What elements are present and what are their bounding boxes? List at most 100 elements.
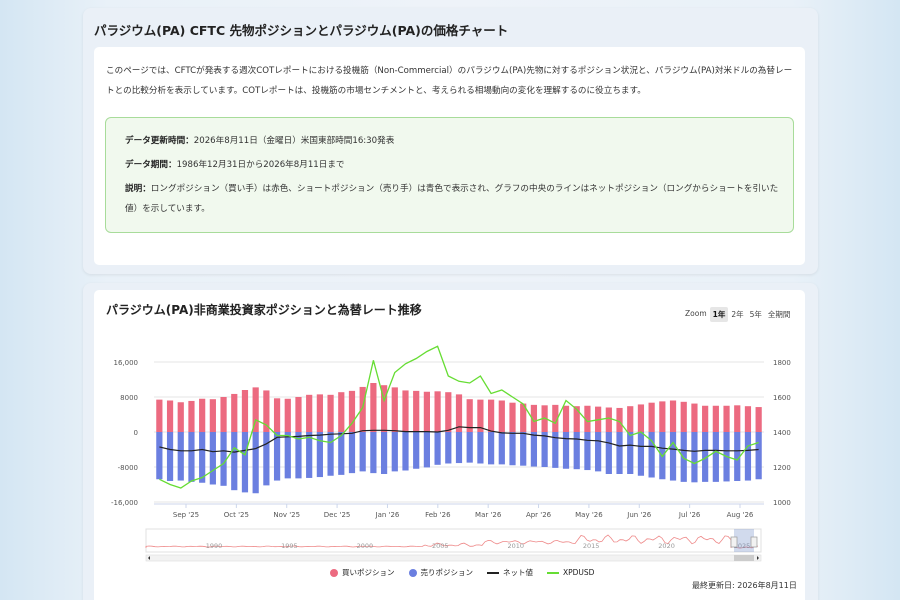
short-bar (584, 432, 591, 471)
long-bar (723, 405, 730, 432)
legend-net-marker (487, 571, 499, 574)
x-axis-tick-label: Aug '26 (727, 511, 754, 519)
short-bar (562, 432, 570, 469)
long-bar (306, 394, 313, 432)
data-info-box: データ更新時間：2026年8月11日（金曜日）米国東部時間16:30発表 データ… (105, 117, 794, 233)
short-bar (359, 432, 366, 472)
x-axis-tick-label: Jul '26 (678, 511, 701, 519)
short-bar (498, 432, 505, 465)
navigator-handle[interactable] (750, 536, 758, 548)
x-axis-tick-label: Oct '25 (224, 511, 249, 519)
short-bar (455, 432, 463, 464)
short-bar (402, 432, 409, 471)
short-bar (616, 432, 623, 474)
short-bar (327, 432, 334, 476)
long-bar (434, 391, 441, 432)
navigator-year-label: 1990 (206, 542, 223, 550)
navigator-year-label: 2020 (658, 542, 675, 550)
short-bar (370, 432, 377, 474)
data-period-value: 1986年12月31日から2026年8月11日まで (176, 160, 345, 170)
update-time-line: データ更新時間：2026年8月11日（金曜日）米国東部時間16:30発表 (125, 131, 775, 151)
long-bar (338, 392, 345, 432)
short-bar (413, 432, 420, 469)
left-axis-tick-label: 8000 (120, 394, 138, 402)
long-bar (648, 402, 655, 432)
long-bar (177, 402, 184, 432)
long-bar (669, 400, 677, 432)
long-bar (445, 392, 452, 432)
short-bar (306, 432, 313, 478)
long-bar (391, 387, 398, 432)
long-bar (370, 383, 377, 432)
x-axis-tick-label: Mar '26 (475, 511, 502, 519)
short-bar (338, 432, 345, 475)
short-bar (231, 432, 238, 491)
short-bar (188, 432, 195, 482)
long-bar (273, 398, 281, 432)
intro-text: このページでは、CFTCが発表する週次COTレポートにおける投機筋（Non-Co… (106, 66, 793, 96)
long-bar (359, 386, 366, 432)
short-bar (520, 432, 527, 466)
left-axis-tick-label: 16,000 (114, 359, 139, 367)
short-bar (669, 432, 677, 481)
legend-short-label: 売りポジション (420, 568, 474, 577)
long-bar (509, 402, 516, 432)
short-bar (680, 432, 687, 482)
long-bar (637, 404, 645, 432)
page-title: パラジウム(PA) CFTC 先物ポジションとパラジウム(PA)の価格チャート (94, 23, 509, 38)
scrollbar-thumb[interactable] (734, 555, 754, 561)
legend-long[interactable]: 買いポジション (330, 567, 395, 578)
long-bar (295, 397, 302, 432)
short-bar (209, 432, 216, 485)
navigator-year-label: 2015 (583, 542, 600, 550)
short-bar (177, 432, 184, 481)
long-bar (188, 400, 195, 432)
update-time-label: データ更新時間： (125, 136, 194, 146)
right-axis-tick-label: 1800 (773, 359, 791, 367)
short-bar (595, 432, 602, 472)
x-axis-tick-label: Jan '26 (375, 511, 400, 519)
legend-price-marker (547, 571, 559, 574)
range-navigator[interactable]: 19901995200020052010201520202025 (145, 528, 762, 562)
long-bar (166, 400, 174, 432)
short-bar (445, 432, 452, 464)
short-bar (156, 432, 163, 480)
x-axis-tick-label: Apr '26 (526, 511, 552, 519)
long-bar (744, 406, 752, 432)
long-bar (627, 406, 634, 432)
x-axis-tick-label: Dec '25 (324, 511, 351, 519)
short-bar (477, 432, 484, 464)
legend-net[interactable]: ネット値 (487, 567, 533, 578)
short-bar (627, 432, 634, 474)
info-card: このページでは、CFTCが発表する週次COTレポートにおける投機筋（Non-Co… (94, 47, 805, 265)
right-axis-tick-label: 1600 (773, 394, 791, 402)
left-axis-tick-label: -16,000 (111, 499, 138, 507)
short-bar (712, 432, 719, 482)
navigator-year-label: 2005 (432, 542, 449, 550)
long-bar (423, 391, 430, 432)
short-bar (744, 432, 752, 481)
navigator-handle[interactable] (730, 536, 738, 548)
last-updated: 最終更新日: 2026年8月11日 (692, 581, 797, 590)
short-bar (605, 432, 612, 474)
right-axis-tick-label: 1400 (773, 429, 791, 437)
short-bar (755, 432, 762, 480)
right-axis-tick-label: 1000 (773, 499, 791, 507)
legend-short[interactable]: 売りポジション (408, 567, 474, 578)
x-axis-tick-label: Nov '25 (273, 511, 300, 519)
long-bar (209, 399, 216, 432)
left-axis-tick-label: 0 (134, 429, 138, 437)
info-panel: パラジウム(PA) CFTC 先物ポジションとパラジウム(PA)の価格チャート … (83, 8, 818, 274)
legend-price[interactable]: XPDUSD (547, 568, 594, 577)
long-bar (659, 401, 666, 432)
x-axis-tick-label: May '26 (575, 511, 603, 519)
long-bar (734, 405, 741, 432)
short-bar (637, 432, 645, 476)
long-bar (241, 390, 249, 432)
chart-area[interactable]: 16,000 8000 0 -8000 -16,000 1800 1600 1400 1200 1… (94, 290, 805, 600)
legend-long-label: 買いポジション (342, 568, 395, 577)
long-bar (605, 407, 612, 432)
long-bar (691, 403, 698, 432)
navigator-year-label: 2010 (507, 542, 524, 550)
short-bar (241, 432, 249, 493)
